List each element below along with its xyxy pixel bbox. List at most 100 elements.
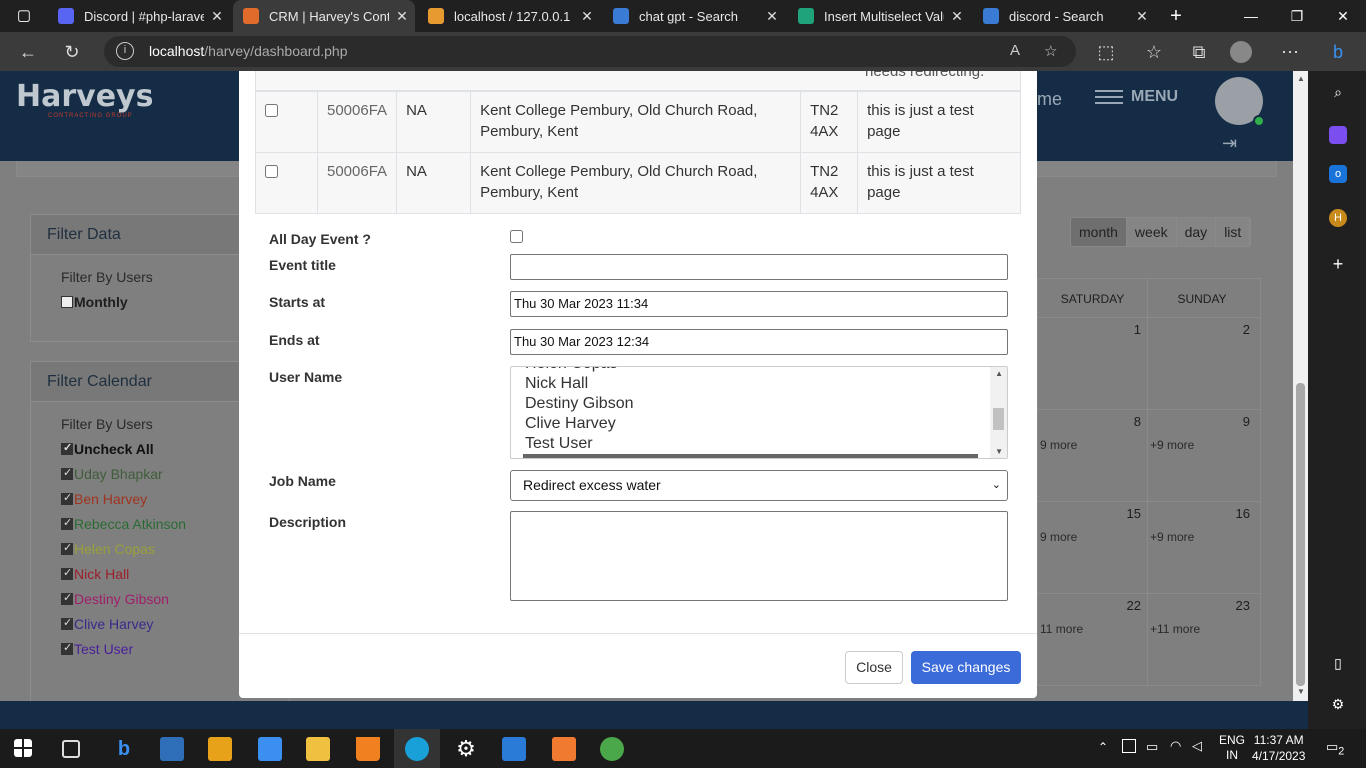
edge-taskbar-active[interactable]: [394, 729, 440, 768]
refresh-icon[interactable]: ↻: [58, 38, 86, 66]
tab-close-icon[interactable]: ✕: [759, 8, 785, 25]
menu-button[interactable]: MENU: [1095, 88, 1178, 106]
row-checkbox[interactable]: [265, 104, 278, 117]
calendar-day-cell[interactable]: 16 +9 more: [1148, 502, 1256, 593]
page-scroll-up-icon[interactable]: ▲: [1297, 74, 1305, 83]
tab-close-icon[interactable]: ✕: [204, 8, 230, 25]
event-title-input[interactable]: [510, 254, 1008, 280]
more-events-link[interactable]: 9 more: [1040, 438, 1077, 452]
search-icon[interactable]: ⌕: [1329, 83, 1347, 101]
vlc-icon[interactable]: [356, 737, 380, 761]
clock[interactable]: 11:37 AM 4/17/2023: [1252, 732, 1305, 764]
scroll-up-icon[interactable]: ▲: [995, 369, 1003, 378]
user-option[interactable]: Helen Copas: [525, 367, 618, 373]
day-number[interactable]: 15: [1127, 506, 1141, 521]
more-events-link[interactable]: +9 more: [1150, 438, 1194, 452]
tab-close-icon[interactable]: ✕: [944, 8, 970, 25]
user-option[interactable]: Test User: [525, 435, 593, 453]
multiselect-scrollbar[interactable]: ▲ ▼: [990, 367, 1007, 458]
more-events-link[interactable]: +9 more: [1150, 530, 1194, 544]
outlook-icon[interactable]: o: [1329, 165, 1347, 183]
settings-app-icon[interactable]: ⚙: [454, 737, 478, 761]
tab-close-icon[interactable]: ✕: [1129, 8, 1155, 25]
news-app-icon[interactable]: [160, 737, 184, 761]
mail-icon[interactable]: [258, 737, 282, 761]
page-scrollbar[interactable]: ▲ ▼: [1293, 71, 1308, 701]
calendar-day-cell[interactable]: 2: [1148, 318, 1256, 409]
view-day-button[interactable]: day: [1176, 218, 1217, 246]
collections-icon[interactable]: ⧉: [1185, 38, 1213, 66]
checkbox-checked-icon[interactable]: [61, 516, 73, 530]
read-aloud-icon[interactable]: A: [1010, 42, 1020, 59]
ends-at-input[interactable]: Thu 30 Mar 2023 12:34: [510, 329, 1008, 355]
starts-at-input[interactable]: Thu 30 Mar 2023 11:34: [510, 291, 1008, 317]
all-day-checkbox[interactable]: [510, 230, 523, 243]
sidebar-layout-icon[interactable]: ▯: [1329, 654, 1347, 672]
description-textarea[interactable]: [510, 511, 1008, 601]
page-scroll-down-icon[interactable]: ▼: [1297, 687, 1305, 696]
start-windows-icon[interactable]: [14, 739, 32, 757]
home-link[interactable]: me: [1037, 89, 1062, 110]
calendar-day-cell[interactable]: 23 +11 more: [1148, 594, 1256, 685]
tray-chevron-icon[interactable]: ⌃: [1098, 740, 1108, 754]
checkbox-checked-icon[interactable]: [61, 591, 73, 605]
view-month-button[interactable]: month: [1071, 218, 1127, 246]
profile-icon[interactable]: [1230, 41, 1252, 63]
volume-icon[interactable]: ◁: [1192, 738, 1202, 754]
calendar-day-cell[interactable]: 9 +9 more: [1148, 410, 1256, 501]
language-indicator[interactable]: ENG IN: [1219, 733, 1245, 763]
vscode-icon[interactable]: [502, 737, 526, 761]
add-favorite-icon[interactable]: ☆: [1044, 42, 1057, 60]
scrollbar-thumb[interactable]: [993, 408, 1004, 430]
calendar-day-cell[interactable]: 15 9 more: [1038, 502, 1148, 593]
add-tool-icon[interactable]: +: [1329, 255, 1347, 273]
task-view-icon[interactable]: [62, 740, 80, 758]
tab-close-icon[interactable]: ✕: [574, 8, 600, 25]
logout-icon[interactable]: ⇥: [1222, 133, 1237, 154]
checkbox-checked-icon[interactable]: [61, 491, 73, 505]
bing-icon[interactable]: b: [112, 737, 136, 761]
more-events-link[interactable]: +11 more: [1150, 622, 1200, 636]
more-options-icon[interactable]: ⋯: [1276, 38, 1304, 66]
tab-actions-icon[interactable]: ▢: [2, 0, 46, 32]
browser-tab[interactable]: localhost / 127.0.0.1 / l ✕: [418, 0, 600, 32]
more-events-link[interactable]: 9 more: [1040, 530, 1077, 544]
job-name-select[interactable]: Redirect excess water ⌄: [510, 470, 1008, 501]
save-changes-button[interactable]: Save changes: [911, 651, 1021, 684]
user-option[interactable]: Nick Hall: [525, 375, 588, 393]
user-option[interactable]: Destiny Gibson: [525, 395, 634, 413]
day-number[interactable]: 2: [1243, 322, 1250, 337]
notifications-icon[interactable]: ▭2: [1326, 739, 1344, 758]
checkbox-checked-icon[interactable]: [61, 641, 73, 655]
user-avatar[interactable]: [1215, 77, 1265, 127]
browser-tab[interactable]: discord - Search ✕: [973, 0, 1155, 32]
back-arrow-icon[interactable]: ←: [14, 38, 42, 66]
browser-tab[interactable]: Discord | #php-laravel ✕: [48, 0, 230, 32]
browser-tab[interactable]: chat gpt - Search ✕: [603, 0, 785, 32]
checkbox-checked-icon[interactable]: [61, 566, 73, 580]
day-number[interactable]: 1: [1134, 322, 1141, 337]
row-checkbox[interactable]: [265, 165, 278, 178]
checkbox-checked-icon[interactable]: [61, 541, 73, 555]
checkbox-checked-icon[interactable]: [61, 616, 73, 630]
xampp-icon[interactable]: [552, 737, 576, 761]
file-explorer-icon[interactable]: [306, 737, 330, 761]
page-scrollbar-thumb[interactable]: [1296, 383, 1305, 686]
browser-tab[interactable]: CRM | Harvey's Contra ✕: [233, 0, 415, 32]
day-number[interactable]: 23: [1236, 598, 1250, 613]
browser-tab[interactable]: Insert Multiselect Valu ✕: [788, 0, 970, 32]
day-number[interactable]: 22: [1127, 598, 1141, 613]
battery-icon[interactable]: ▭: [1146, 739, 1158, 755]
user-name-multiselect[interactable]: Helen Copas Nick Hall Destiny Gibson Clive …: [510, 366, 1008, 459]
calendar-day-cell[interactable]: 8 9 more: [1038, 410, 1148, 501]
day-number[interactable]: 16: [1236, 506, 1250, 521]
view-list-button[interactable]: list: [1216, 218, 1251, 246]
calendar-day-cell[interactable]: 22 11 more: [1038, 594, 1148, 685]
checkbox-checked-icon[interactable]: [61, 466, 73, 480]
favorites-icon[interactable]: ☆: [1140, 38, 1168, 66]
checkbox-checked-icon[interactable]: [61, 441, 73, 455]
store-icon[interactable]: [208, 737, 232, 761]
user-option[interactable]: Clive Harvey: [525, 415, 616, 433]
settings-gear-icon[interactable]: ⚙: [1329, 695, 1347, 713]
maximize-button[interactable]: ❐: [1274, 0, 1320, 32]
